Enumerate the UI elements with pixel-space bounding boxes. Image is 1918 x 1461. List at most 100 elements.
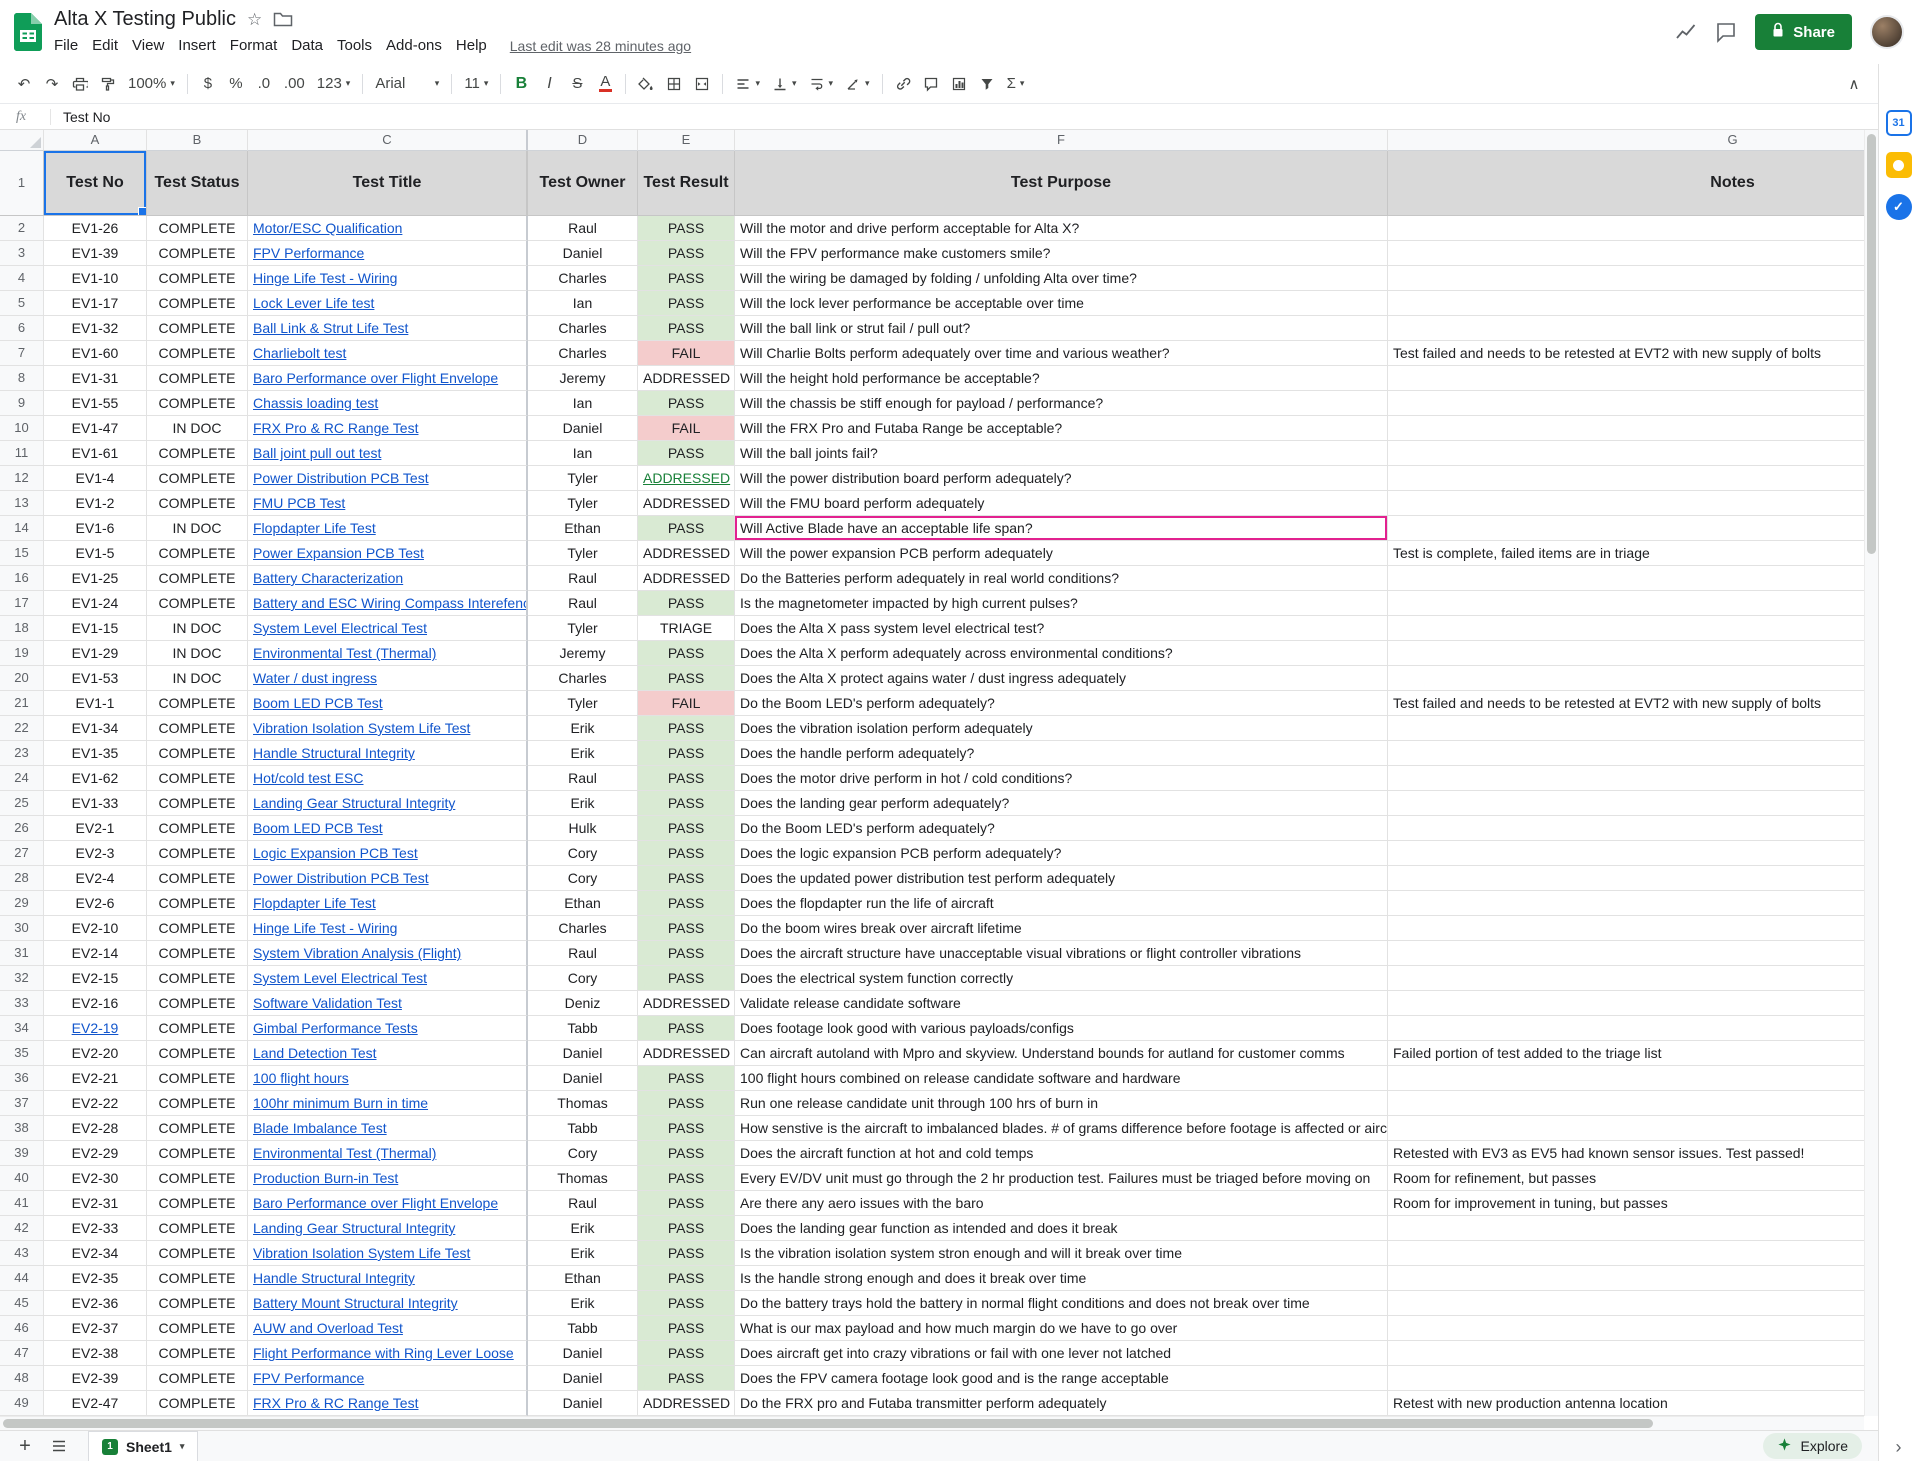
cell-test-title[interactable]: Battery and ESC Wiring Compass Interefen… <box>248 591 528 616</box>
row-number[interactable]: 38 <box>0 1116 44 1141</box>
cell-test-owner[interactable]: Ian <box>528 391 638 416</box>
row-number[interactable]: 10 <box>0 416 44 441</box>
test-title-link[interactable]: Hinge Life Test - Wiring <box>253 920 397 936</box>
cell-test-status[interactable]: COMPLETE <box>147 1291 248 1316</box>
cell-test-owner[interactable]: Ethan <box>528 516 638 541</box>
collapse-toolbar-button[interactable]: ∧ <box>1841 70 1867 98</box>
cell-test-status[interactable]: COMPLETE <box>147 391 248 416</box>
cell-test-status[interactable]: COMPLETE <box>147 341 248 366</box>
test-title-link[interactable]: Logic Expansion PCB Test <box>253 845 418 861</box>
row-number[interactable]: 39 <box>0 1141 44 1166</box>
test-title-link[interactable]: FMU PCB Test <box>253 495 345 511</box>
cell-test-title[interactable]: FPV Performance <box>248 1366 528 1391</box>
row-number[interactable]: 21 <box>0 691 44 716</box>
fill-color-button[interactable] <box>633 70 659 98</box>
test-title-link[interactable]: Blade Imbalance Test <box>253 1120 387 1136</box>
row-number[interactable]: 40 <box>0 1166 44 1191</box>
row-number[interactable]: 41 <box>0 1191 44 1216</box>
cell-test-no[interactable]: EV2-6 <box>44 891 147 916</box>
cell-test-title[interactable]: Land Detection Test <box>248 1041 528 1066</box>
cell-test-status[interactable]: COMPLETE <box>147 791 248 816</box>
cell-test-status[interactable]: COMPLETE <box>147 1141 248 1166</box>
calendar-icon[interactable]: 31 <box>1886 110 1912 136</box>
zoom-select[interactable]: 100% ▾ <box>123 70 180 98</box>
cell-notes[interactable] <box>1388 666 1864 691</box>
cell-notes[interactable] <box>1388 816 1864 841</box>
row-number[interactable]: 15 <box>0 541 44 566</box>
insert-chart-button[interactable] <box>946 70 972 98</box>
cell-test-no[interactable]: EV1-32 <box>44 316 147 341</box>
cell-test-status[interactable]: COMPLETE <box>147 1266 248 1291</box>
cell-test-no[interactable]: EV2-10 <box>44 916 147 941</box>
row-number[interactable]: 43 <box>0 1241 44 1266</box>
cell-test-title[interactable]: Landing Gear Structural Integrity <box>248 1216 528 1241</box>
test-title-link[interactable]: Power Expansion PCB Test <box>253 545 424 561</box>
test-title-link[interactable]: Battery Mount Structural Integrity <box>253 1295 458 1311</box>
cell-notes[interactable] <box>1388 391 1864 416</box>
cell-test-no[interactable]: EV1-5 <box>44 541 147 566</box>
cell-header-test-purpose[interactable]: Test Purpose <box>735 151 1388 216</box>
test-title-link[interactable]: Ball Link & Strut Life Test <box>253 320 408 336</box>
test-title-link[interactable]: System Vibration Analysis (Flight) <box>253 945 461 961</box>
cell-test-result[interactable]: ADDRESSED <box>638 466 735 491</box>
cell-test-result[interactable]: PASS <box>638 716 735 741</box>
row-number[interactable]: 11 <box>0 441 44 466</box>
cell-test-no[interactable]: EV2-16 <box>44 991 147 1016</box>
cell-test-purpose[interactable]: What is our max payload and how much mar… <box>735 1316 1388 1341</box>
row-number[interactable]: 36 <box>0 1066 44 1091</box>
cell-test-no[interactable]: EV2-29 <box>44 1141 147 1166</box>
cell-test-status[interactable]: IN DOC <box>147 516 248 541</box>
row-number[interactable]: 20 <box>0 666 44 691</box>
cell-test-result[interactable]: PASS <box>638 1166 735 1191</box>
row-number[interactable]: 5 <box>0 291 44 316</box>
cell-test-title[interactable]: Handle Structural Integrity <box>248 1266 528 1291</box>
cell-test-status[interactable]: COMPLETE <box>147 566 248 591</box>
row-header-1[interactable]: 1 <box>0 151 44 216</box>
cell-test-no[interactable]: EV1-2 <box>44 491 147 516</box>
cell-test-title[interactable]: Charliebolt test <box>248 341 528 366</box>
row-number[interactable]: 31 <box>0 941 44 966</box>
cell-test-owner[interactable]: Tyler <box>528 541 638 566</box>
cell-test-status[interactable]: COMPLETE <box>147 741 248 766</box>
cell-test-result[interactable]: PASS <box>638 591 735 616</box>
cell-test-result[interactable]: PASS <box>638 516 735 541</box>
cell-test-title[interactable]: Landing Gear Structural Integrity <box>248 791 528 816</box>
cell-notes[interactable]: Retest with new production antenna locat… <box>1388 1391 1864 1416</box>
test-title-link[interactable]: 100 flight hours <box>253 1070 349 1086</box>
test-title-link[interactable]: Motor/ESC Qualification <box>253 220 402 236</box>
cell-test-owner[interactable]: Daniel <box>528 416 638 441</box>
cell-test-purpose[interactable]: Will the wiring be damaged by folding / … <box>735 266 1388 291</box>
cell-test-owner[interactable]: Jeremy <box>528 366 638 391</box>
paint-format-button[interactable] <box>95 70 121 98</box>
cell-header-notes[interactable]: Notes <box>1388 151 1864 216</box>
cell-notes[interactable] <box>1388 1341 1864 1366</box>
cell-test-status[interactable]: COMPLETE <box>147 816 248 841</box>
cell-test-purpose[interactable]: Validate release candidate software <box>735 991 1388 1016</box>
cell-notes[interactable] <box>1388 1116 1864 1141</box>
menu-item-edit[interactable]: Edit <box>85 35 125 56</box>
cell-test-status[interactable]: COMPLETE <box>147 691 248 716</box>
share-button[interactable]: Share <box>1755 14 1852 50</box>
cell-test-result[interactable]: PASS <box>638 791 735 816</box>
cell-notes[interactable] <box>1388 1266 1864 1291</box>
cell-test-title[interactable]: System Level Electrical Test <box>248 966 528 991</box>
cell-notes[interactable] <box>1388 1066 1864 1091</box>
row-number[interactable]: 42 <box>0 1216 44 1241</box>
cell-notes[interactable] <box>1388 766 1864 791</box>
test-title-link[interactable]: Boom LED PCB Test <box>253 820 383 836</box>
cell-test-title[interactable]: Environmental Test (Thermal) <box>248 641 528 666</box>
cell-test-status[interactable]: COMPLETE <box>147 891 248 916</box>
cell-test-owner[interactable]: Tabb <box>528 1116 638 1141</box>
cell-test-status[interactable]: COMPLETE <box>147 1316 248 1341</box>
cell-test-purpose[interactable]: Do the Batteries perform adequately in r… <box>735 566 1388 591</box>
cell-test-purpose[interactable]: Can aircraft autoland with Mpro and skyv… <box>735 1041 1388 1066</box>
cell-test-status[interactable]: COMPLETE <box>147 1191 248 1216</box>
cell-test-result[interactable]: PASS <box>638 966 735 991</box>
cell-notes[interactable] <box>1388 416 1864 441</box>
test-title-link[interactable]: Handle Structural Integrity <box>253 1270 415 1286</box>
cell-test-owner[interactable]: Charles <box>528 916 638 941</box>
cell-test-no[interactable]: EV1-31 <box>44 366 147 391</box>
cell-test-no[interactable]: EV1-6 <box>44 516 147 541</box>
row-number[interactable]: 49 <box>0 1391 44 1416</box>
cell-notes[interactable] <box>1388 516 1864 541</box>
